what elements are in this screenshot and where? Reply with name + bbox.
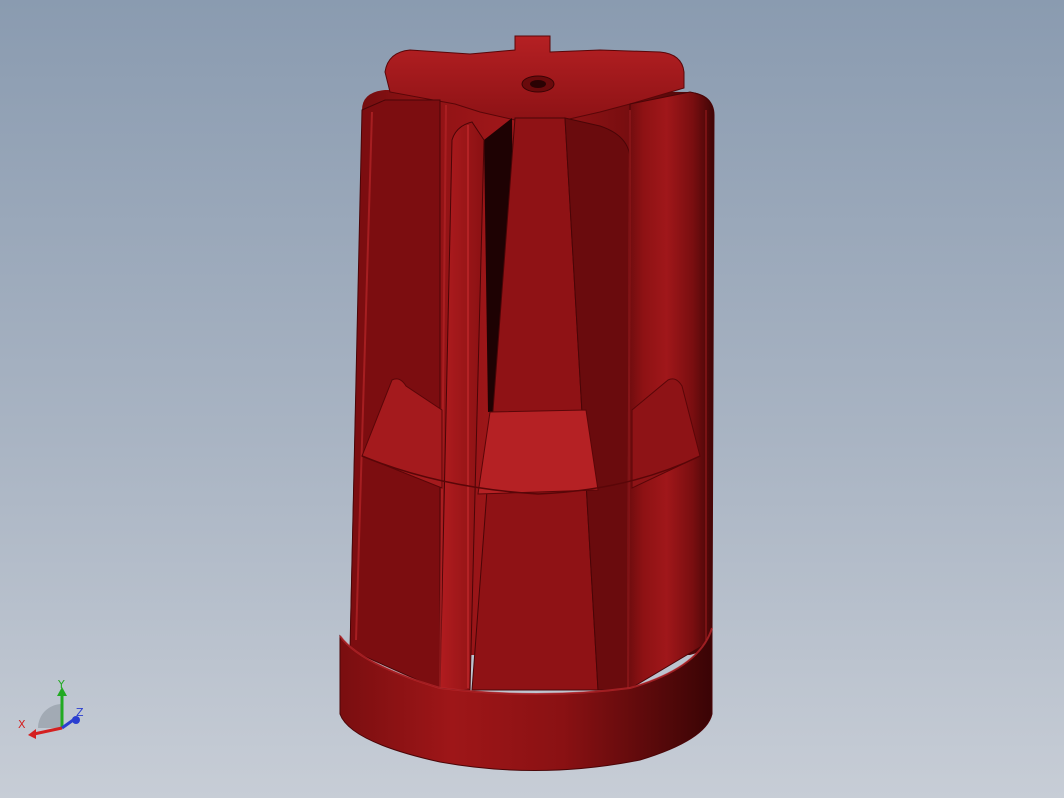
part-model[interactable]: [339, 35, 715, 772]
x-axis-arrow: [33, 726, 63, 736]
graphics-viewport[interactable]: [0, 0, 1064, 798]
triad-x-label: X: [18, 718, 26, 731]
ramp-center: [477, 409, 599, 495]
triad-z-label: Z: [76, 706, 84, 719]
orientation-triad[interactable]: X Y Z: [14, 676, 94, 746]
triad-sphere: [38, 704, 62, 728]
triad-y-label: Y: [57, 678, 65, 691]
